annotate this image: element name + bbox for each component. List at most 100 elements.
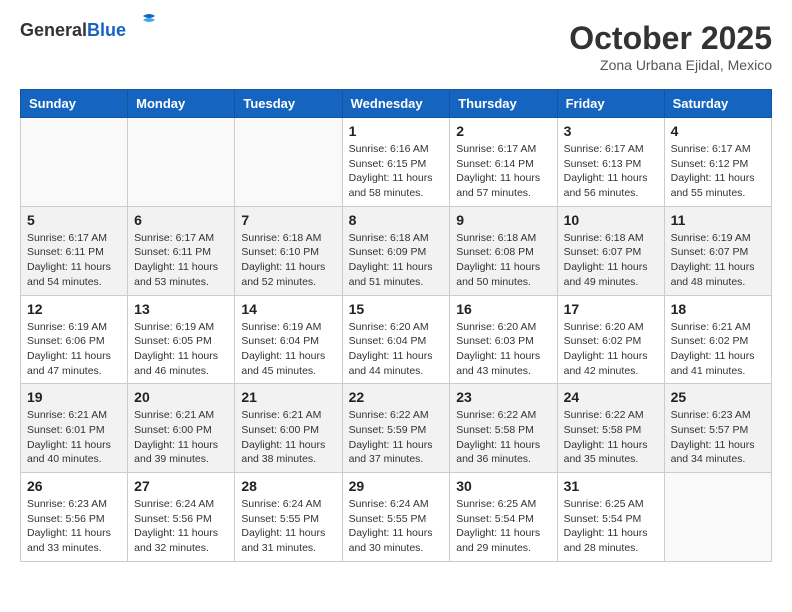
day-info: Sunrise: 6:18 AMSunset: 6:10 PMDaylight:… <box>241 231 335 290</box>
day-info: Sunrise: 6:19 AMSunset: 6:07 PMDaylight:… <box>671 231 765 290</box>
calendar-cell: 30 Sunrise: 6:25 AMSunset: 5:54 PMDayligh… <box>450 473 557 562</box>
calendar-cell: 23Sunrise: 6:22 AMSunset: 5:58 PMDayligh… <box>450 384 557 473</box>
day-number: 15 <box>349 301 444 317</box>
logo-icon <box>129 10 157 38</box>
logo: GeneralBlue <box>20 20 157 41</box>
day-info: Sunrise: 6:20 AMSunset: 6:04 PMDaylight:… <box>349 320 444 379</box>
day-number: 5 <box>27 212 121 228</box>
title-block: October 2025 Zona Urbana Ejidal, Mexico <box>569 20 772 73</box>
day-number: 22 <box>349 389 444 405</box>
day-number: 19 <box>27 389 121 405</box>
calendar-cell: 21 Sunrise: 6:21 AMSunset: 6:00 PMDayligh… <box>235 384 342 473</box>
calendar-cell: 4Sunrise: 6:17 AMSunset: 6:12 PMDaylight… <box>664 118 771 207</box>
day-number: 24 <box>564 389 658 405</box>
calendar-cell: 6 Sunrise: 6:17 AMSunset: 6:11 PMDaylight… <box>128 206 235 295</box>
calendar-cell: 28 Sunrise: 6:24 AMSunset: 5:55 PMDayligh… <box>235 473 342 562</box>
calendar-cell: 16Sunrise: 6:20 AMSunset: 6:03 PMDayligh… <box>450 295 557 384</box>
calendar-cell: 15 Sunrise: 6:20 AMSunset: 6:04 PMDayligh… <box>342 295 450 384</box>
weekday-header-friday: Friday <box>557 90 664 118</box>
calendar-cell: 18Sunrise: 6:21 AMSunset: 6:02 PMDayligh… <box>664 295 771 384</box>
calendar-cell: 24 Sunrise: 6:22 AMSunset: 5:58 PMDayligh… <box>557 384 664 473</box>
day-info: Sunrise: 6:19 AMSunset: 6:05 PMDaylight:… <box>134 320 228 379</box>
calendar-cell: 2 Sunrise: 6:17 AMSunset: 6:14 PMDaylight… <box>450 118 557 207</box>
day-info: Sunrise: 6:21 AMSunset: 6:00 PMDaylight:… <box>241 408 335 467</box>
day-info: Sunrise: 6:17 AMSunset: 6:14 PMDaylight:… <box>456 142 550 201</box>
weekday-header-tuesday: Tuesday <box>235 90 342 118</box>
day-number: 12 <box>27 301 121 317</box>
calendar-cell: 22 Sunrise: 6:22 AMSunset: 5:59 PMDayligh… <box>342 384 450 473</box>
day-number: 21 <box>241 389 335 405</box>
day-info: Sunrise: 6:25 AMSunset: 5:54 PMDaylight:… <box>456 497 550 556</box>
day-info: Sunrise: 6:24 AMSunset: 5:56 PMDaylight:… <box>134 497 228 556</box>
weekday-header-saturday: Saturday <box>664 90 771 118</box>
calendar-week-row: 5 Sunrise: 6:17 AMSunset: 6:11 PMDaylight… <box>21 206 772 295</box>
calendar-cell: 9Sunrise: 6:18 AMSunset: 6:08 PMDaylight… <box>450 206 557 295</box>
day-info: Sunrise: 6:23 AMSunset: 5:56 PMDaylight:… <box>27 497 121 556</box>
day-info: Sunrise: 6:16 AMSunset: 6:15 PMDaylight:… <box>349 142 444 201</box>
calendar-cell: 7 Sunrise: 6:18 AMSunset: 6:10 PMDaylight… <box>235 206 342 295</box>
weekday-header-wednesday: Wednesday <box>342 90 450 118</box>
calendar-cell: 10Sunrise: 6:18 AMSunset: 6:07 PMDayligh… <box>557 206 664 295</box>
weekday-header-row: SundayMondayTuesdayWednesdayThursdayFrid… <box>21 90 772 118</box>
calendar-week-row: 1 Sunrise: 6:16 AMSunset: 6:15 PMDaylight… <box>21 118 772 207</box>
calendar-cell: 20Sunrise: 6:21 AMSunset: 6:00 PMDayligh… <box>128 384 235 473</box>
weekday-header-thursday: Thursday <box>450 90 557 118</box>
day-info: Sunrise: 6:22 AMSunset: 5:59 PMDaylight:… <box>349 408 444 467</box>
day-number: 28 <box>241 478 335 494</box>
day-info: Sunrise: 6:17 AMSunset: 6:11 PMDaylight:… <box>134 231 228 290</box>
day-info: Sunrise: 6:24 AMSunset: 5:55 PMDaylight:… <box>349 497 444 556</box>
day-number: 3 <box>564 123 658 139</box>
day-info: Sunrise: 6:22 AMSunset: 5:58 PMDaylight:… <box>564 408 658 467</box>
calendar-cell: 11 Sunrise: 6:19 AMSunset: 6:07 PMDayligh… <box>664 206 771 295</box>
month-title: October 2025 <box>569 20 772 57</box>
calendar-cell: 27 Sunrise: 6:24 AMSunset: 5:56 PMDayligh… <box>128 473 235 562</box>
day-number: 27 <box>134 478 228 494</box>
day-number: 13 <box>134 301 228 317</box>
calendar-cell: 31 Sunrise: 6:25 AMSunset: 5:54 PMDayligh… <box>557 473 664 562</box>
day-info: Sunrise: 6:17 AMSunset: 6:13 PMDaylight:… <box>564 142 658 201</box>
calendar-cell: 25Sunrise: 6:23 AMSunset: 5:57 PMDayligh… <box>664 384 771 473</box>
day-info: Sunrise: 6:21 AMSunset: 6:01 PMDaylight:… <box>27 408 121 467</box>
calendar-cell: 12 Sunrise: 6:19 AMSunset: 6:06 PMDayligh… <box>21 295 128 384</box>
day-number: 29 <box>349 478 444 494</box>
calendar-cell: 29 Sunrise: 6:24 AMSunset: 5:55 PMDayligh… <box>342 473 450 562</box>
day-number: 10 <box>564 212 658 228</box>
day-number: 30 <box>456 478 550 494</box>
day-number: 1 <box>349 123 444 139</box>
day-number: 14 <box>241 301 335 317</box>
day-info: Sunrise: 6:25 AMSunset: 5:54 PMDaylight:… <box>564 497 658 556</box>
day-number: 8 <box>349 212 444 228</box>
day-info: Sunrise: 6:20 AMSunset: 6:03 PMDaylight:… <box>456 320 550 379</box>
day-number: 18 <box>671 301 765 317</box>
day-info: Sunrise: 6:19 AMSunset: 6:06 PMDaylight:… <box>27 320 121 379</box>
day-info: Sunrise: 6:17 AMSunset: 6:12 PMDaylight:… <box>671 142 765 201</box>
day-number: 17 <box>564 301 658 317</box>
calendar-cell: 19 Sunrise: 6:21 AMSunset: 6:01 PMDayligh… <box>21 384 128 473</box>
calendar-cell: 3 Sunrise: 6:17 AMSunset: 6:13 PMDaylight… <box>557 118 664 207</box>
day-info: Sunrise: 6:24 AMSunset: 5:55 PMDaylight:… <box>241 497 335 556</box>
calendar-cell: 5Sunrise: 6:17 AMSunset: 6:11 PMDaylight… <box>21 206 128 295</box>
day-number: 7 <box>241 212 335 228</box>
subtitle: Zona Urbana Ejidal, Mexico <box>569 57 772 73</box>
calendar-cell: 13 Sunrise: 6:19 AMSunset: 6:05 PMDayligh… <box>128 295 235 384</box>
day-number: 11 <box>671 212 765 228</box>
day-info: Sunrise: 6:18 AMSunset: 6:08 PMDaylight:… <box>456 231 550 290</box>
logo-blue: Blue <box>87 20 126 40</box>
weekday-header-sunday: Sunday <box>21 90 128 118</box>
calendar-cell: 1 Sunrise: 6:16 AMSunset: 6:15 PMDaylight… <box>342 118 450 207</box>
day-number: 2 <box>456 123 550 139</box>
day-info: Sunrise: 6:21 AMSunset: 6:00 PMDaylight:… <box>134 408 228 467</box>
day-number: 6 <box>134 212 228 228</box>
weekday-header-monday: Monday <box>128 90 235 118</box>
day-number: 26 <box>27 478 121 494</box>
calendar-cell <box>21 118 128 207</box>
day-info: Sunrise: 6:23 AMSunset: 5:57 PMDaylight:… <box>671 408 765 467</box>
calendar-cell: 17Sunrise: 6:20 AMSunset: 6:02 PMDayligh… <box>557 295 664 384</box>
calendar-week-row: 19 Sunrise: 6:21 AMSunset: 6:01 PMDayligh… <box>21 384 772 473</box>
calendar-cell <box>664 473 771 562</box>
calendar-cell <box>128 118 235 207</box>
day-number: 31 <box>564 478 658 494</box>
calendar-cell: 26 Sunrise: 6:23 AMSunset: 5:56 PMDayligh… <box>21 473 128 562</box>
calendar-cell <box>235 118 342 207</box>
page-header: GeneralBlue October 2025 Zona Urbana Eji… <box>20 20 772 73</box>
